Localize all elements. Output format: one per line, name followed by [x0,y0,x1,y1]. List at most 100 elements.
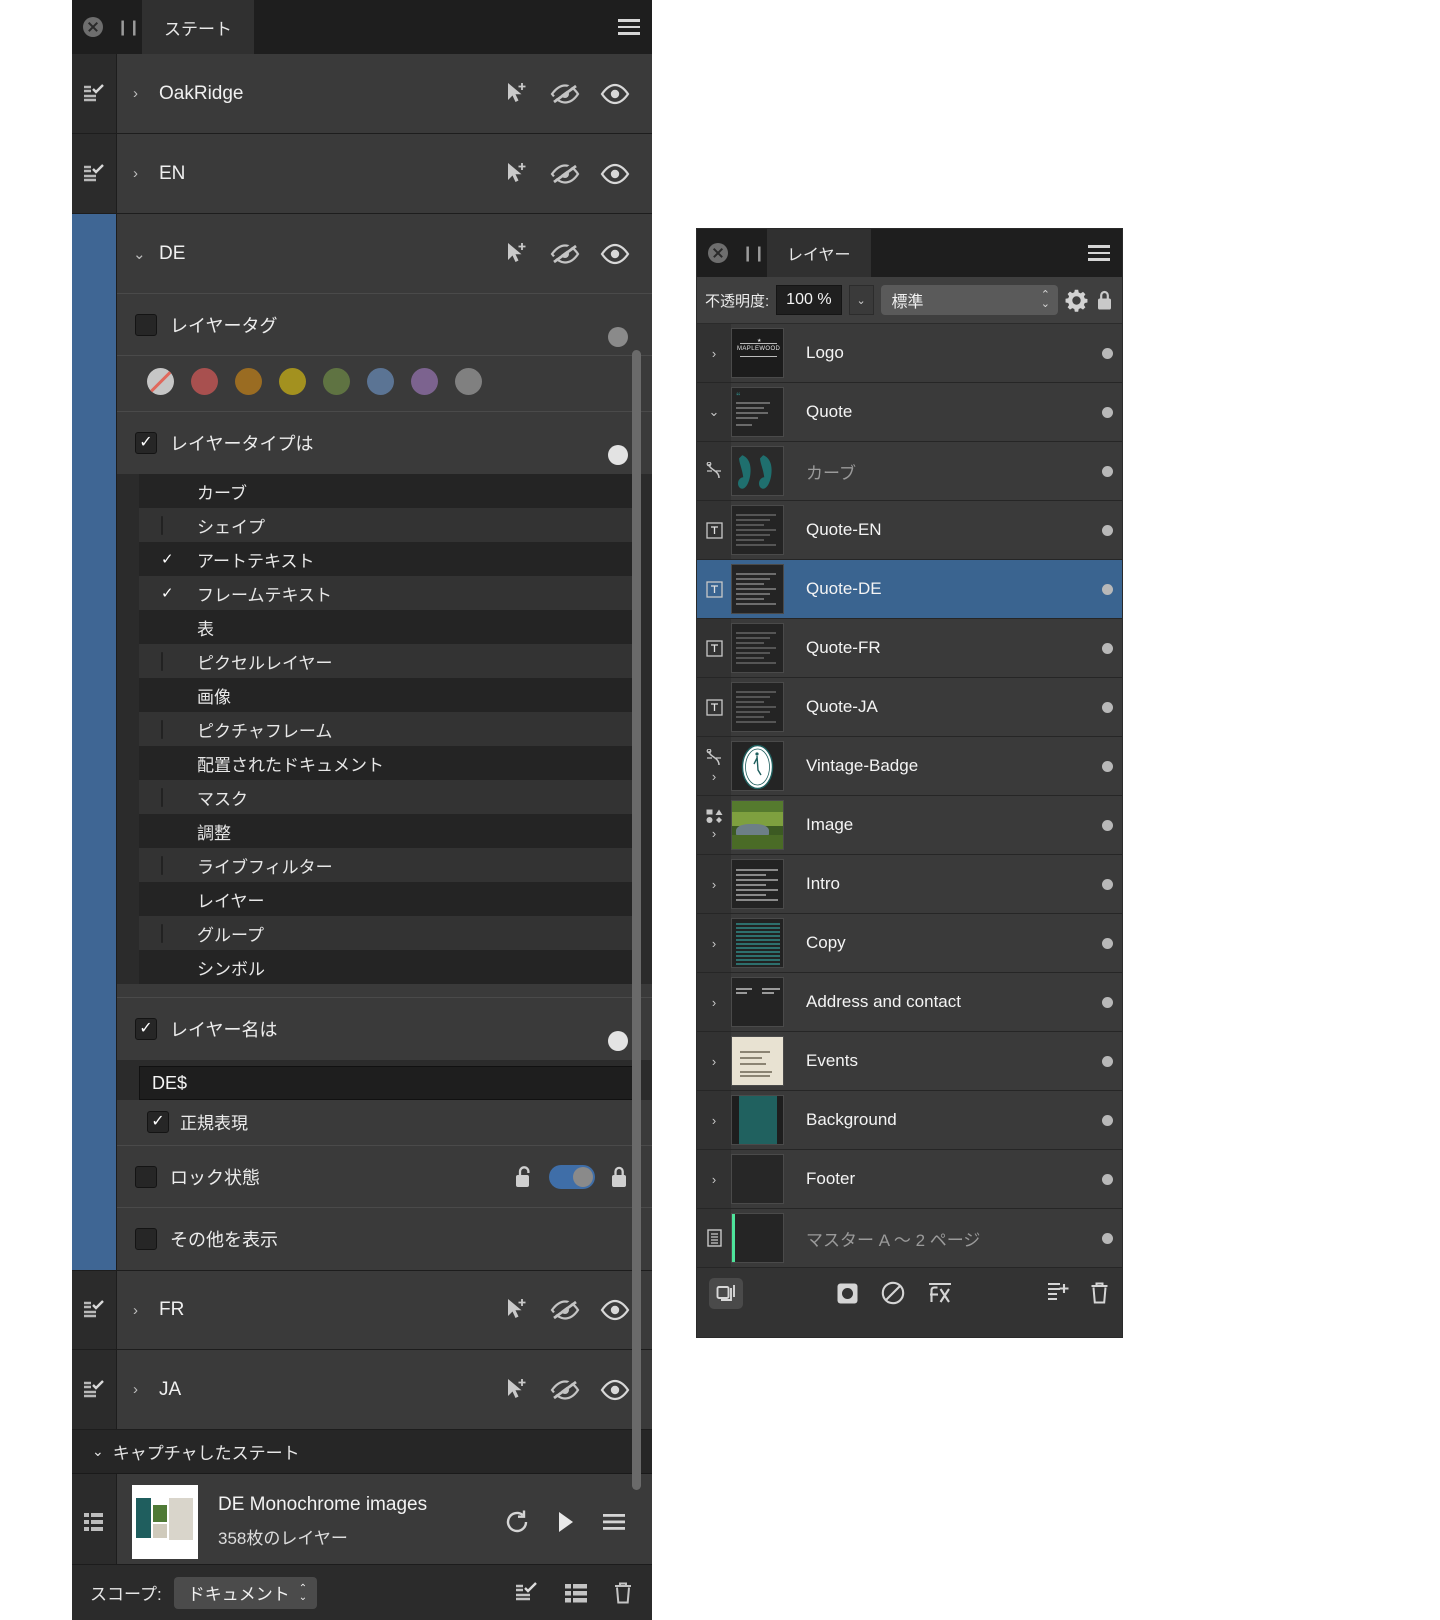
swatch-gray[interactable] [455,368,482,395]
chevron-right-icon[interactable]: › [712,936,716,951]
layer-row-gutter[interactable] [697,442,731,500]
layer-row[interactable]: › Vintage-Badge [697,737,1122,796]
drag-handle-icon[interactable]: ❙❙ [114,0,142,54]
hamburger-menu-icon[interactable] [606,0,652,54]
layer-row[interactable]: › Address and contact [697,973,1122,1032]
option-checkbox-box[interactable] [161,651,163,671]
mask-icon[interactable] [836,1282,859,1305]
adjustment-icon[interactable] [881,1281,905,1305]
layer-visibility-dot[interactable] [1092,501,1122,559]
layer-row[interactable]: › Background [697,1091,1122,1150]
select-cursor-icon[interactable] [505,1297,530,1323]
option-checkbox[interactable] [161,651,189,671]
trash-icon[interactable] [612,1581,634,1605]
layer-name-input[interactable]: DE$ [139,1066,634,1100]
stepper-updown-icon[interactable]: ⌃ ⌄ [1041,290,1050,310]
lock-icon[interactable] [1095,289,1114,312]
lock-state-checkbox[interactable] [135,1165,157,1188]
criterion-layer-name[interactable]: ✓ レイヤー名は [117,998,652,1060]
option-checkbox-box[interactable] [161,855,163,875]
states-scrollbar[interactable] [632,350,641,1490]
layer-visibility-dot[interactable] [1092,1091,1122,1149]
layer-visibility-dot[interactable] [1092,1032,1122,1090]
layer-row[interactable]: Quote-JA [697,678,1122,737]
layer-visibility-dot[interactable] [1092,1150,1122,1208]
layer-type-option[interactable]: 配置されたドキュメント [139,746,636,780]
gear-icon[interactable] [1065,289,1088,312]
layer-type-option[interactable]: ライブフィルター [139,848,636,882]
criterion-lock-state[interactable]: ロック状態 [117,1146,652,1208]
play-icon[interactable] [556,1510,576,1534]
criterion-layer-type[interactable]: ✓ レイヤータイプは [117,412,652,474]
chevron-right-icon[interactable]: › [712,877,716,892]
layer-type-option[interactable]: グループ [139,916,636,950]
layer-row-gutter[interactable]: › [697,1032,731,1090]
state-row-main[interactable]: › FR [117,1271,505,1349]
show-eye-icon[interactable] [600,163,630,185]
chevron-right-icon[interactable]: › [712,826,716,841]
select-cursor-icon[interactable] [505,161,530,187]
close-circle-icon[interactable] [72,0,114,54]
fx-icon[interactable] [927,1281,953,1305]
swatch-blue[interactable] [367,368,394,395]
state-row-ja[interactable]: › JA [72,1350,652,1430]
list-icon[interactable] [564,1582,588,1604]
text-frame-icon[interactable] [705,639,723,657]
layer-row-gutter[interactable]: › [697,914,731,972]
layer-row-gutter[interactable]: ⌄ [697,383,731,441]
chevron-right-icon[interactable]: › [712,769,716,784]
add-layer-icon[interactable] [1046,1281,1069,1305]
layer-row-gutter[interactable] [697,678,731,736]
state-row-main[interactable]: › JA [117,1350,505,1429]
state-row-en[interactable]: › EN [72,134,652,214]
text-frame-icon[interactable] [705,580,723,598]
chevron-right-icon[interactable]: › [712,1172,716,1187]
option-checkbox[interactable] [161,855,189,875]
chevron-right-icon[interactable]: › [133,1381,159,1398]
layer-row[interactable]: ⌄ “ Quote [697,383,1122,442]
captured-list-icon[interactable] [72,1474,117,1564]
state-row-fr[interactable]: › FR [72,1270,652,1350]
curve-node-icon[interactable] [706,462,722,480]
option-checkbox-box[interactable] [161,923,163,943]
option-checkbox[interactable] [161,787,189,807]
restore-icon[interactable] [504,1509,530,1535]
layer-visibility-dot[interactable] [1092,914,1122,972]
drag-handle-icon[interactable]: ❙❙ [739,229,767,277]
stepper-updown-icon[interactable]: ⌃ ⌄ [299,1583,307,1602]
lock-icon[interactable] [608,1165,630,1189]
state-row-oakridge[interactable]: › OakRidge [72,54,652,134]
select-cursor-icon[interactable] [505,81,530,107]
layer-tag-checkbox[interactable] [135,313,157,336]
state-apply-icon[interactable] [72,1350,117,1429]
chevron-down-icon[interactable]: ⌄ [848,285,874,315]
chevron-right-icon[interactable]: › [712,346,716,361]
layer-row-gutter[interactable] [697,501,731,559]
regex-row[interactable]: ✓ 正規表現 [117,1100,652,1146]
option-checkbox-box[interactable] [161,787,163,807]
curve-node-icon[interactable] [706,748,722,767]
layer-type-option[interactable]: シェイプ [139,508,636,542]
opacity-input[interactable]: 100 % [776,285,842,315]
layer-row-gutter[interactable] [697,560,731,618]
layer-visibility-dot[interactable] [1092,678,1122,736]
chevron-right-icon[interactable]: › [133,85,159,102]
captured-states-header[interactable]: ⌄ キャプチャしたステート [72,1430,652,1474]
shapes-icon[interactable] [706,809,723,824]
layer-type-option[interactable]: 画像 [139,678,636,712]
layer-row[interactable]: › Copy [697,914,1122,973]
swatch-orange[interactable] [235,368,262,395]
layer-row[interactable]: › Footer [697,1150,1122,1209]
layer-type-option[interactable]: ピクチャフレーム [139,712,636,746]
checkmark-icon[interactable]: ✓ [161,550,189,568]
layer-row[interactable]: › Image [697,796,1122,855]
layer-type-option[interactable]: ✓ アートテキスト [139,542,636,576]
option-checkbox-box[interactable] [161,719,163,739]
select-cursor-icon[interactable] [505,1377,530,1403]
hide-eye-icon[interactable] [550,1299,580,1321]
option-checkbox[interactable] [161,515,189,535]
layer-visibility-dot[interactable] [1092,442,1122,500]
layer-row-gutter[interactable]: › [697,737,731,795]
layer-row-gutter[interactable]: › [697,855,731,913]
text-frame-icon[interactable] [705,698,723,716]
